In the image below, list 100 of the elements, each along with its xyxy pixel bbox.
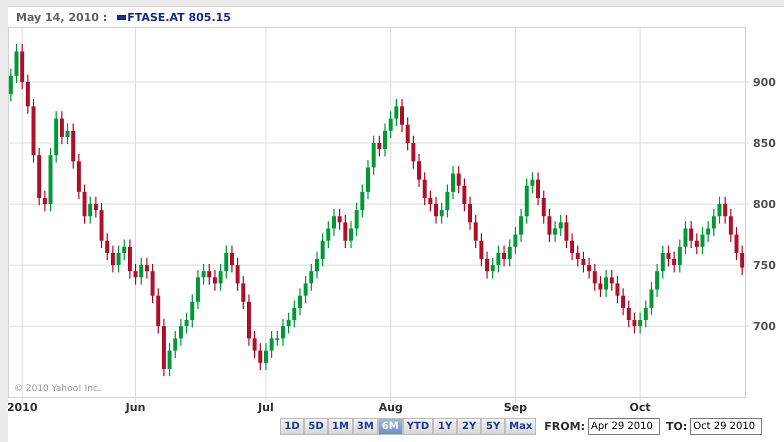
candlestick [66, 122, 70, 145]
candlestick [610, 269, 614, 292]
candlestick [139, 257, 144, 286]
candlestick [264, 342, 268, 371]
candlestick [485, 251, 490, 280]
candlestick [564, 214, 568, 249]
candlestick [354, 202, 359, 236]
candlestick [428, 190, 432, 212]
candlestick [445, 184, 450, 218]
candlestick [712, 208, 716, 236]
candlestick [434, 196, 438, 224]
candlestick [8, 68, 13, 102]
candlestick [349, 220, 353, 249]
candlestick [508, 238, 512, 267]
legend-label: FTASE.AT 805.15 [127, 10, 231, 24]
candlestick [536, 172, 540, 206]
from-date-field[interactable]: Apr 29 2010 [588, 418, 660, 434]
candlestick [212, 269, 217, 292]
candlestick [241, 276, 246, 310]
candlestick [280, 318, 285, 346]
candlestick [683, 220, 688, 255]
range-button[interactable]: 5Y [481, 418, 506, 434]
candlestick [60, 110, 64, 145]
range-button[interactable]: 3M [352, 418, 378, 434]
candlestick [440, 202, 444, 224]
candlestick [94, 196, 98, 218]
candlestick [383, 122, 387, 158]
x-axis-label: 2010 [8, 401, 38, 414]
candlestick [134, 263, 138, 286]
candlestick [513, 226, 518, 255]
candlestick [400, 98, 404, 133]
candlestick [314, 251, 319, 280]
candlestick [672, 251, 676, 274]
range-button[interactable]: 2Y [457, 418, 482, 434]
candlestick [468, 196, 472, 230]
candlestick [422, 172, 427, 206]
candlestick [644, 300, 648, 328]
candlestick [723, 196, 728, 224]
candlestick [604, 269, 608, 298]
candlestick [184, 312, 189, 334]
x-axis-label: Oct [630, 401, 651, 414]
range-button[interactable]: YTD [402, 418, 434, 434]
candlestick [689, 220, 694, 249]
candlestick [338, 208, 342, 230]
to-label: TO: [666, 420, 688, 432]
candlestick [116, 244, 121, 274]
candlestick [144, 257, 149, 280]
x-axis-label: Sep [504, 401, 528, 414]
candlestick [105, 232, 110, 261]
candlestick [694, 232, 699, 255]
candlestick [638, 312, 642, 334]
candlestick [626, 300, 631, 328]
range-button[interactable]: 5D [304, 418, 328, 434]
range-button[interactable]: 1D [280, 418, 304, 434]
from-label: FROM: [544, 420, 585, 432]
copyright-text: © 2010 Yahoo! Inc. [14, 384, 101, 394]
candlestick [178, 318, 183, 346]
range-button[interactable]: Max [505, 418, 536, 434]
candlestick [451, 166, 456, 200]
y-axis-label: 800 [753, 198, 776, 212]
date-label: May 14, 2010 : [16, 10, 108, 24]
y-axis-label: 900 [753, 76, 776, 89]
candlestick [122, 238, 126, 261]
candlestick [660, 244, 665, 280]
candlestick [343, 214, 348, 249]
candlestick [547, 208, 552, 243]
range-button[interactable]: 1M [328, 418, 353, 434]
candlestick [706, 220, 710, 243]
candlestick [474, 214, 478, 249]
candlestick [734, 226, 738, 261]
candlestick [406, 116, 410, 151]
candlestick [168, 342, 172, 377]
candlestick [252, 330, 257, 359]
candlestick [728, 208, 733, 243]
candlestick [678, 238, 682, 274]
candlestick [309, 263, 314, 292]
candlestick [388, 110, 393, 139]
y-axis-label: 750 [753, 259, 776, 272]
candlestick [304, 276, 308, 304]
candlestick [110, 244, 115, 274]
candlestick [275, 330, 280, 346]
candlestick [530, 172, 534, 194]
candlestick [649, 282, 654, 316]
candlestick [502, 244, 506, 267]
candlestick [320, 232, 325, 267]
candlestick [581, 251, 586, 274]
candlestick [615, 276, 620, 304]
candlestick [666, 244, 670, 267]
candlestick [587, 257, 592, 280]
candlestick [394, 98, 398, 127]
range-button[interactable]: 1Y [433, 418, 458, 434]
candlestick [286, 312, 291, 334]
candlestick [570, 232, 574, 261]
candlestick [479, 232, 484, 267]
candlestick [740, 244, 744, 276]
candlestick [592, 263, 597, 292]
to-date-field[interactable]: Oct 29 2010 [690, 418, 762, 434]
candlestick [202, 263, 206, 286]
candlestick [621, 288, 626, 316]
candlestick [598, 276, 602, 298]
